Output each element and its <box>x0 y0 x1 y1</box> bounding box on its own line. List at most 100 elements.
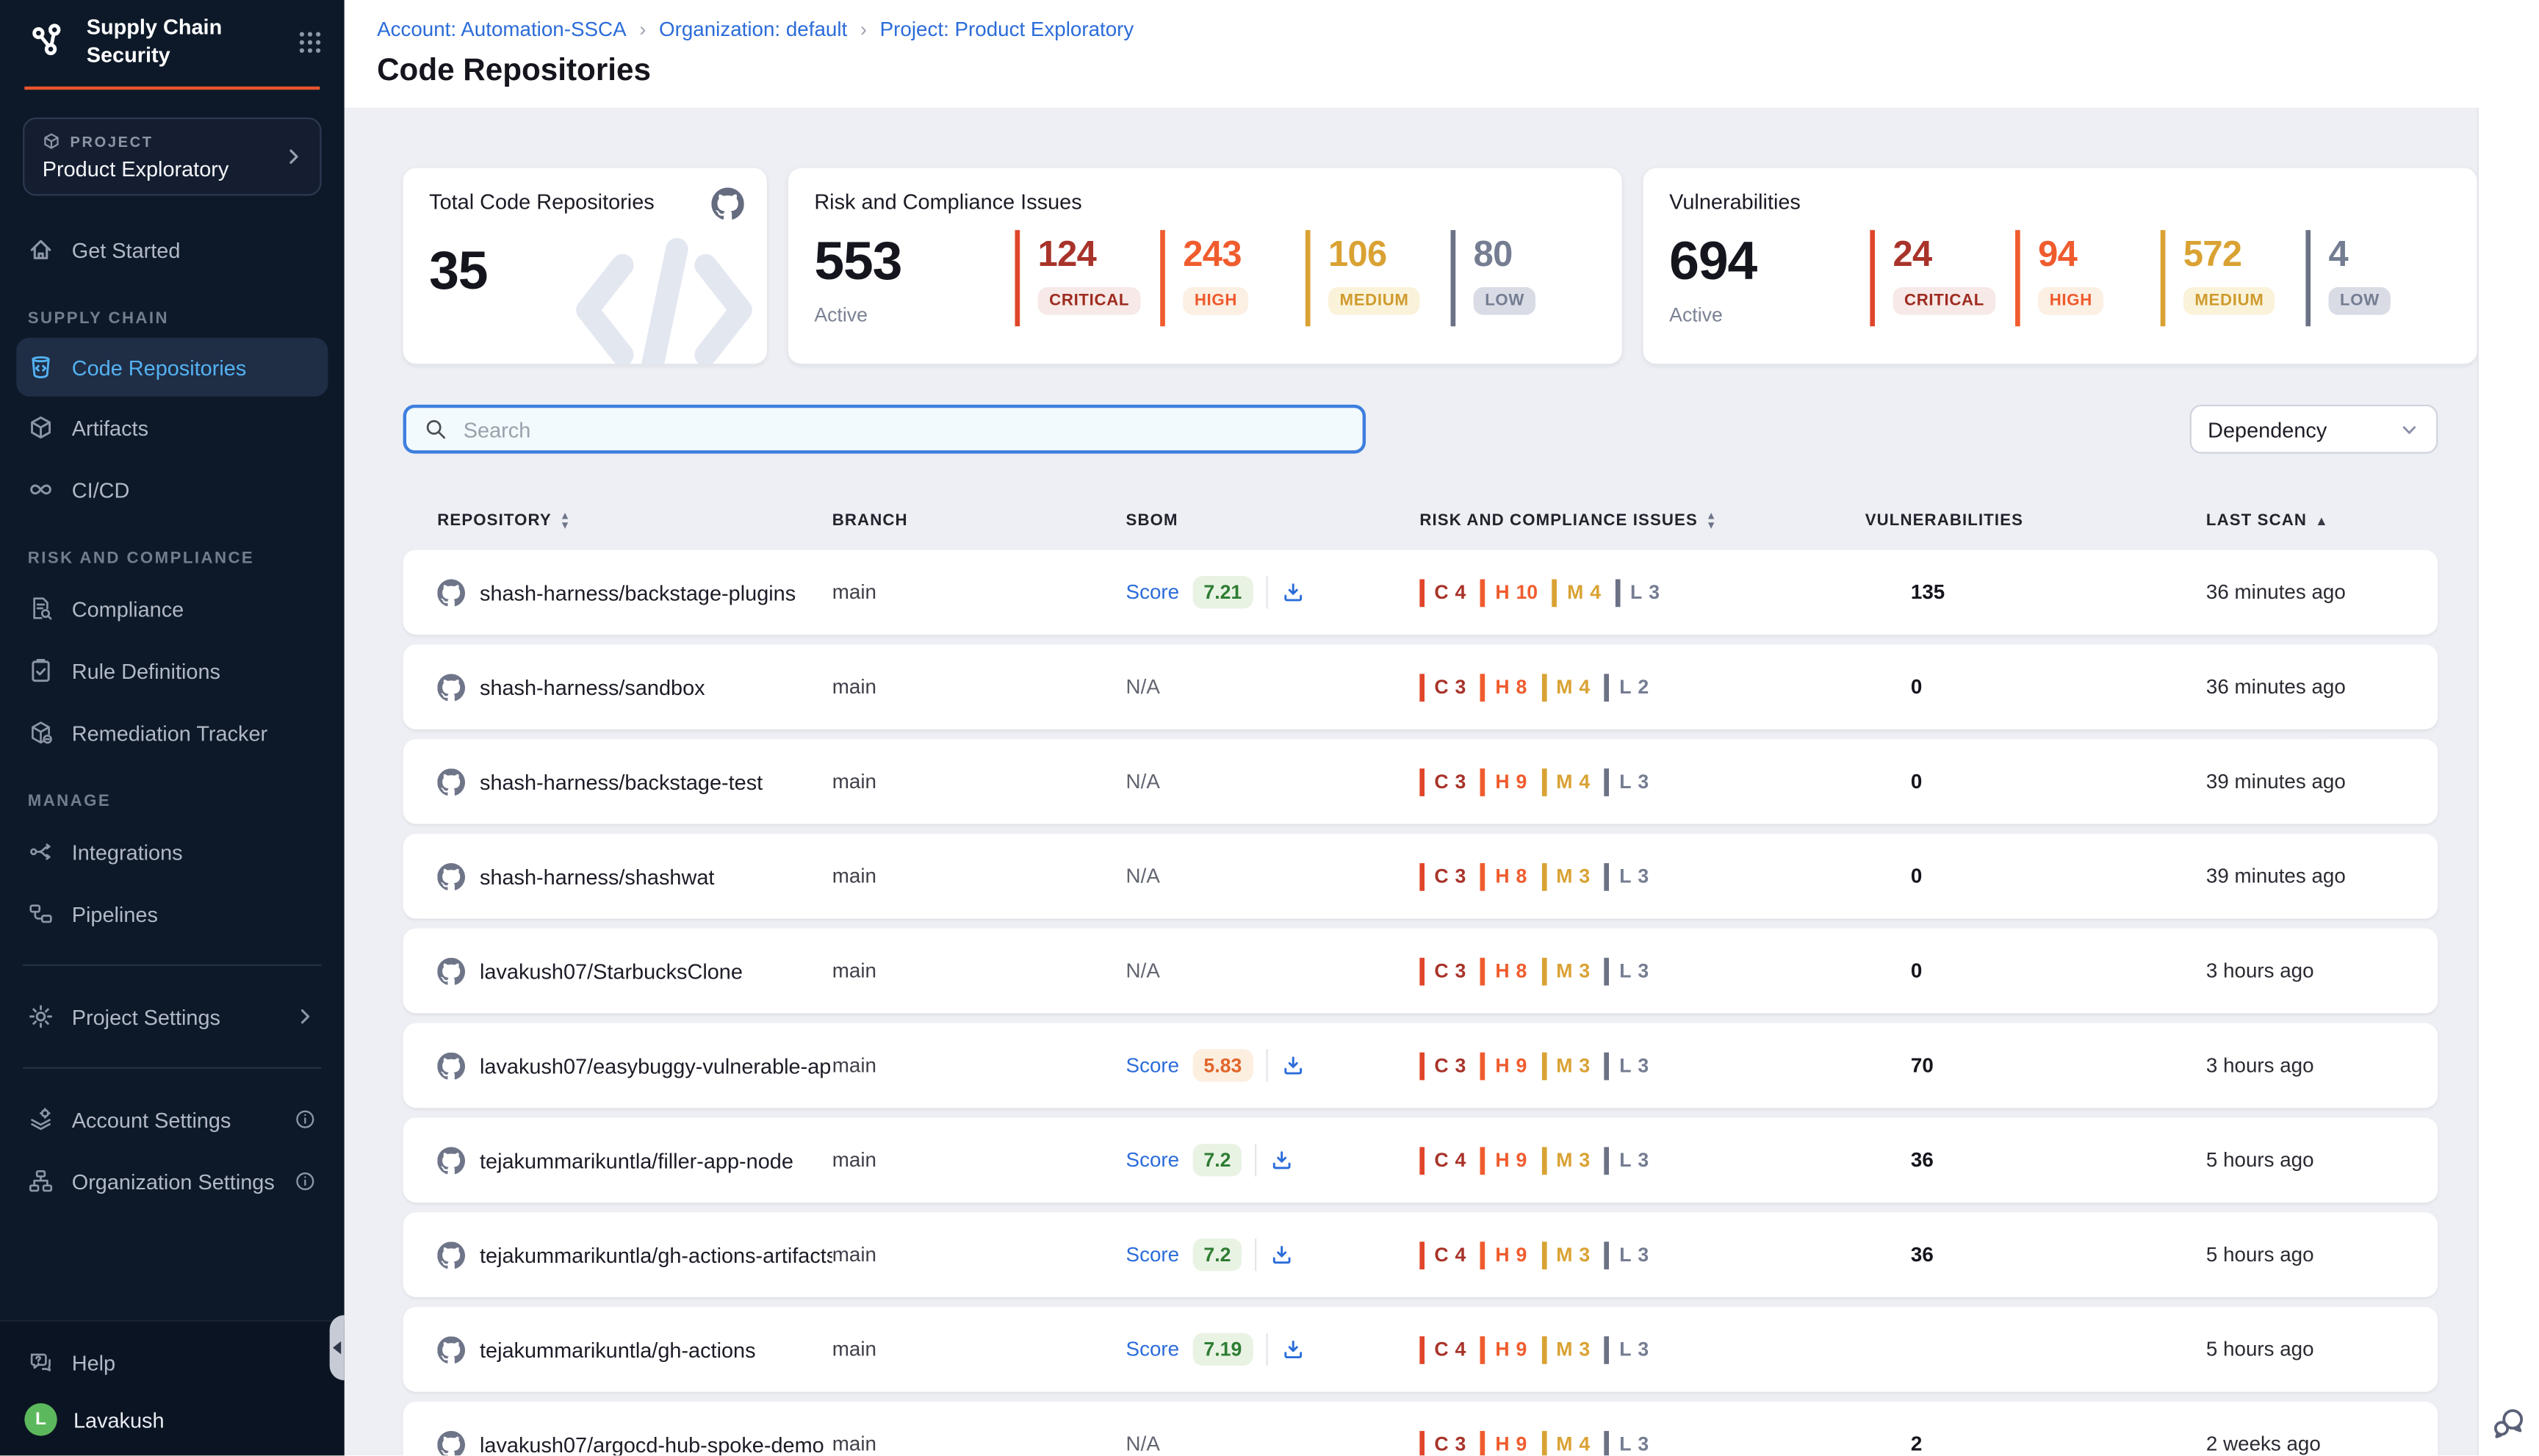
sidebar-divider <box>23 1067 321 1069</box>
last-scan: 5 hours ago <box>2206 1338 2438 1361</box>
sidebar-item-get-started[interactable]: Get Started <box>0 219 345 281</box>
medium-chip: M4 <box>1541 768 1590 796</box>
github-icon <box>437 768 465 796</box>
repo-name[interactable]: tejakummarikuntla/filler-app-node <box>480 1148 793 1172</box>
column-risk-issues[interactable]: RISK AND COMPLIANCE ISSUES ▲▼ <box>1419 512 1865 530</box>
repo-name[interactable]: lavakush07/StarbucksClone <box>480 959 743 983</box>
branch: main <box>832 676 1126 699</box>
high-chip: H9 <box>1480 768 1527 796</box>
sidebar-item-pipelines[interactable]: Pipelines <box>0 883 345 945</box>
search-input[interactable] <box>460 415 1344 443</box>
breadcrumb-account[interactable]: Account: Automation-SSCA <box>377 18 627 40</box>
last-scan: 39 minutes ago <box>2206 770 2438 793</box>
sidebar-item-cicd[interactable]: CI/CD <box>0 458 345 520</box>
github-icon <box>437 1146 465 1174</box>
breadcrumb-project[interactable]: Project: Product Exploratory <box>880 18 1134 40</box>
vulnerability-count: 2 <box>1865 1432 2206 1455</box>
critical-chip: C3 <box>1419 673 1466 701</box>
medium-chip: M4 <box>1541 1430 1590 1455</box>
sbom-na: N/A <box>1126 676 1160 699</box>
download-icon[interactable] <box>1281 580 1305 605</box>
info-icon[interactable] <box>294 1108 317 1131</box>
sbom-score-link[interactable]: Score <box>1126 1149 1180 1172</box>
sidebar-item-integrations[interactable]: Integrations <box>0 821 345 882</box>
repo-name[interactable]: shash-harness/shashwat <box>480 864 714 888</box>
sbom-score-link[interactable]: Score <box>1126 1338 1180 1361</box>
low-chip: L3 <box>1605 1146 1649 1174</box>
repo-name[interactable]: lavakush07/easybuggy-vulnerable-app... <box>480 1053 832 1078</box>
user-menu[interactable]: L Lavakush <box>0 1394 345 1436</box>
divider <box>1267 1049 1268 1081</box>
repo-name[interactable]: tejakummarikuntla/gh-actions-artifacts <box>480 1242 832 1266</box>
table-row[interactable]: lavakush07/argocd-hub-spoke-demo main N/… <box>403 1402 2438 1455</box>
download-icon[interactable] <box>1281 1053 1305 1078</box>
medium-chip: M4 <box>1552 578 1601 606</box>
table-row[interactable]: shash-harness/shashwat main N/A C3H8M3L3… <box>403 834 2438 918</box>
sbom-score-link[interactable]: Score <box>1126 1054 1180 1077</box>
sidebar-item-code-repositories[interactable]: Code Repositories <box>16 338 328 397</box>
column-branch: BRANCH <box>832 512 1126 530</box>
support-chat-icon[interactable] <box>2492 1405 2527 1439</box>
last-scan: 39 minutes ago <box>2206 865 2438 887</box>
table-row[interactable]: shash-harness/sandbox main N/A C3H8M4L2 … <box>403 644 2438 729</box>
column-vulnerabilities: VULNERABILITIES <box>1865 512 2206 530</box>
divider <box>1267 576 1268 608</box>
box-wrench-icon <box>28 720 54 746</box>
card-title: Vulnerabilities <box>1669 190 2451 214</box>
column-last-scan[interactable]: LAST SCAN ▲ <box>2206 512 2438 530</box>
repo-name[interactable]: shash-harness/backstage-test <box>480 769 763 793</box>
last-scan: 5 hours ago <box>2206 1149 2438 1172</box>
breadcrumb-organization[interactable]: Organization: default <box>659 18 847 40</box>
app-grid-icon[interactable] <box>297 29 323 56</box>
dependency-filter-select[interactable]: Dependency <box>2190 405 2438 454</box>
user-name: Lavakush <box>73 1408 165 1432</box>
download-icon[interactable] <box>1270 1242 1294 1266</box>
download-icon[interactable] <box>1270 1148 1294 1172</box>
download-icon[interactable] <box>1281 1337 1305 1361</box>
repo-name[interactable]: lavakush07/argocd-hub-spoke-demo <box>480 1432 824 1455</box>
repo-name[interactable]: shash-harness/sandbox <box>480 674 705 699</box>
table-row[interactable]: tejakummarikuntla/filler-app-node main S… <box>403 1117 2438 1202</box>
project-selector[interactable]: PROJECT Product Exploratory <box>23 118 321 196</box>
high-chip: H8 <box>1480 673 1527 701</box>
sidebar-item-project-settings[interactable]: Project Settings <box>0 986 345 1048</box>
sidebar-item-rule-definitions[interactable]: Rule Definitions <box>0 640 345 702</box>
info-icon[interactable] <box>294 1170 317 1193</box>
branch: main <box>832 1243 1126 1266</box>
table-row[interactable]: tejakummarikuntla/gh-actions-artifacts m… <box>403 1212 2438 1297</box>
active-label: Active <box>1669 303 1826 326</box>
sidebar-item-compliance[interactable]: Compliance <box>0 577 345 639</box>
table-row[interactable]: lavakush07/easybuggy-vulnerable-app... m… <box>403 1023 2438 1108</box>
divider <box>1256 1239 1257 1271</box>
sidebar-item-remediation-tracker[interactable]: Remediation Tracker <box>0 702 345 763</box>
critical-chip: C3 <box>1419 768 1466 796</box>
severity-badge: CRITICAL <box>1038 287 1141 315</box>
critical-chip: C4 <box>1419 1241 1466 1269</box>
repo-name[interactable]: shash-harness/backstage-plugins <box>480 580 796 605</box>
repo-name[interactable]: tejakummarikuntla/gh-actions <box>480 1337 756 1361</box>
collapse-arrow-icon <box>333 1341 341 1355</box>
sidebar-item-organization-settings[interactable]: Organization Settings <box>0 1150 345 1212</box>
sbom-score-link[interactable]: Score <box>1126 1243 1180 1266</box>
breadcrumb-separator: › <box>639 18 646 40</box>
sidebar-item-artifacts[interactable]: Artifacts <box>0 397 345 458</box>
table-row[interactable]: tejakummarikuntla/gh-actions main Score7… <box>403 1307 2438 1391</box>
column-repository[interactable]: REPOSITORY ▲▼ <box>437 512 832 530</box>
github-icon <box>437 578 465 606</box>
severity-badge: LOW <box>1474 287 1536 315</box>
sbom-na: N/A <box>1126 959 1160 982</box>
code-repository-icon <box>28 354 54 381</box>
high-chip: H9 <box>1480 1241 1527 1269</box>
critical-chip: C3 <box>1419 957 1466 985</box>
sbom-score-value: 7.2 <box>1192 1144 1242 1176</box>
table-row[interactable]: shash-harness/backstage-plugins main Sco… <box>403 550 2438 635</box>
sidebar-item-help[interactable]: Help <box>0 1331 345 1393</box>
table-row[interactable]: shash-harness/backstage-test main N/A C3… <box>403 739 2438 823</box>
page-content: Total Code Repositories 35 Risk and Comp… <box>345 108 2479 1456</box>
app-logo: Supply ChainSecurity <box>0 0 345 82</box>
sidebar-item-account-settings[interactable]: Account Settings <box>0 1088 345 1150</box>
sbom-score-link[interactable]: Score <box>1126 581 1180 604</box>
sidebar-collapse-handle[interactable] <box>330 1315 345 1380</box>
app-title: Supply ChainSecurity <box>87 15 222 70</box>
table-row[interactable]: lavakush07/StarbucksClone main N/A C3H8M… <box>403 929 2438 1013</box>
